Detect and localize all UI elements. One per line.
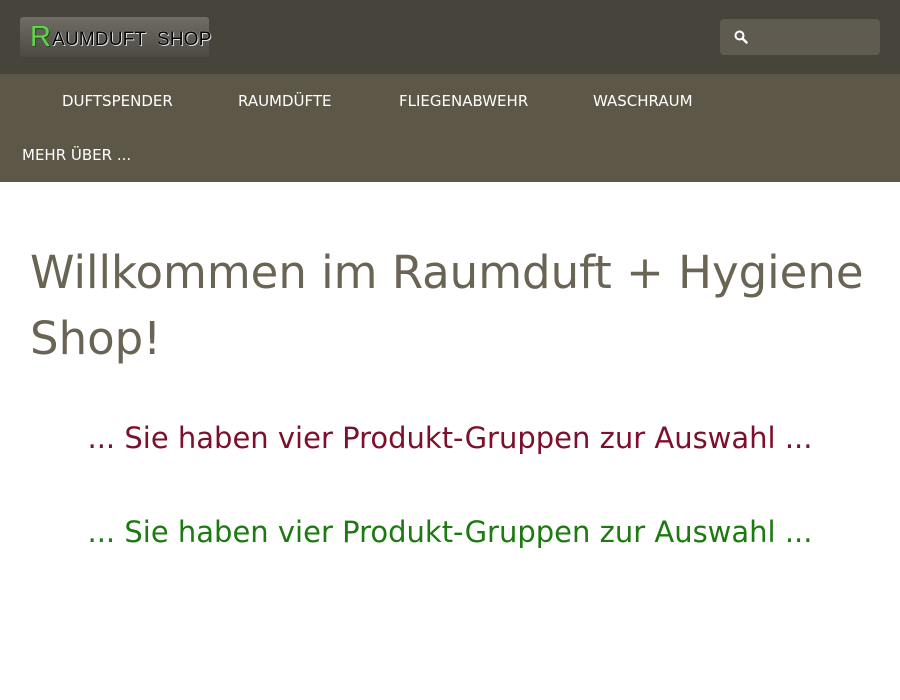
page-title: Willkommen im Raumduft + Hygiene Shop! (30, 246, 864, 365)
search-box[interactable] (720, 19, 880, 55)
top-header: R AUMDUFT SHOP (0, 0, 900, 74)
nav-item-fliegenabwehr[interactable]: FLIEGENABWEHR (399, 92, 528, 110)
main-navigation: DUFTSPENDER RAUMDÜFTE FLIEGENABWEHR WASC… (0, 74, 900, 182)
nav-item-duftspender[interactable]: DUFTSPENDER (62, 92, 173, 110)
nav-item-raumduefte[interactable]: RAUMDÜFTE (238, 92, 332, 110)
nav-item-waschraum[interactable]: WASCHRAUM (593, 92, 693, 110)
tagline-red: ... Sie haben vier Produkt-Gruppen zur A… (87, 421, 813, 455)
search-icon[interactable] (734, 30, 748, 44)
logo-initial: R (30, 20, 51, 53)
shop-logo[interactable]: R AUMDUFT SHOP (20, 17, 212, 57)
logo-text: AUMDUFT SHOP (51, 28, 212, 50)
search-input[interactable] (756, 23, 874, 51)
tagline-green: ... Sie haben vier Produkt-Gruppen zur A… (87, 515, 813, 549)
nav-item-mehr-ueber[interactable]: MEHR ÜBER ... (22, 146, 131, 164)
